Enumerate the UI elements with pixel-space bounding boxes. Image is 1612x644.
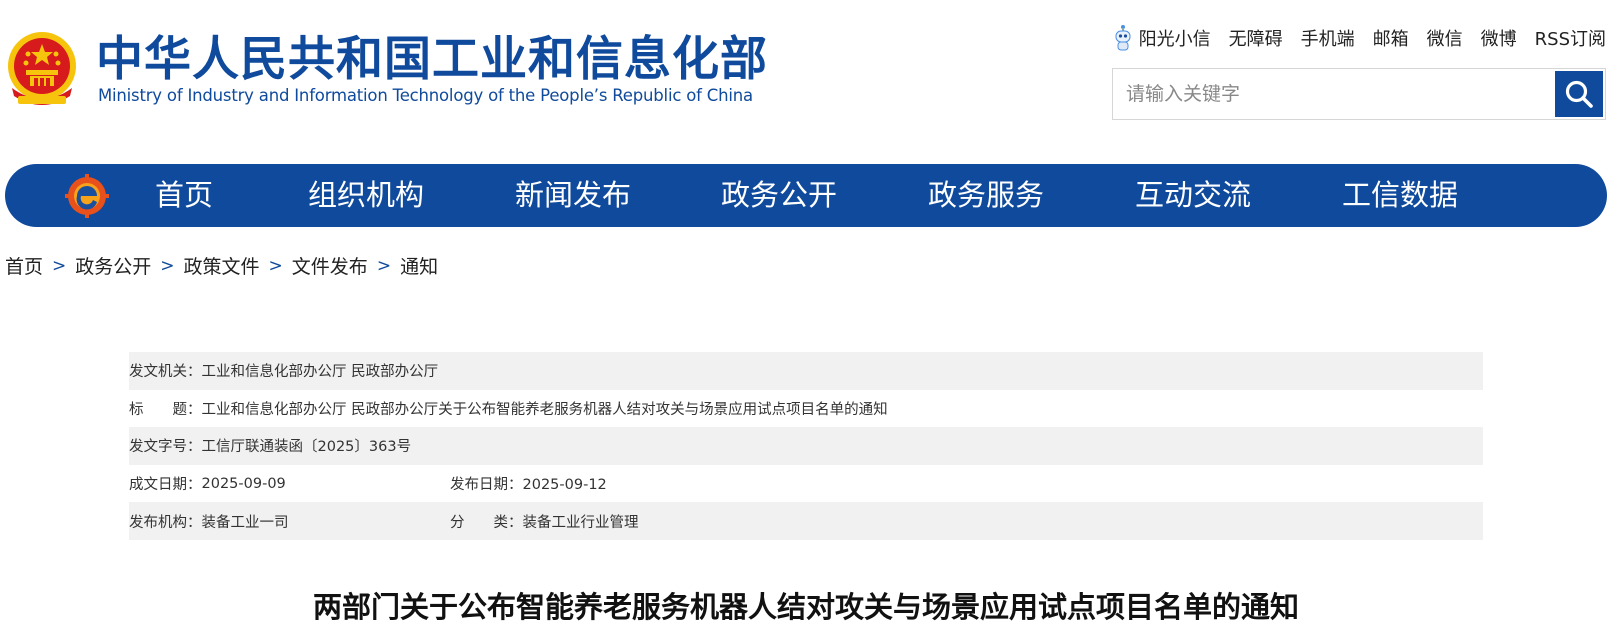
publisher-value: 装备工业一司 — [201, 514, 289, 531]
top-link-accessibility[interactable]: 无障碍 — [1229, 25, 1283, 51]
nav-item-government-services[interactable]: 政务服务 — [928, 164, 1044, 227]
top-links: 阳光小信 无障碍 手机端 邮箱 微信 微博 RSS订阅 — [1113, 24, 1606, 52]
top-link-rss[interactable]: RSS订阅 — [1535, 25, 1606, 51]
breadcrumb-item-file-release[interactable]: 文件发布 — [292, 252, 368, 279]
info-row-doc-number: 发文字号： 工信厅联通装函〔2025〕363号 — [129, 427, 1483, 465]
doc-number-value: 工信厅联通装函〔2025〕363号 — [201, 439, 412, 456]
breadcrumb-item-government-affairs[interactable]: 政务公开 — [75, 252, 151, 279]
title-value: 工业和信息化部办公厅 民政部办公厅关于公布智能养老服务机器人结对攻关与场景应用试… — [201, 401, 888, 418]
publish-date-group: 发布日期：2025-09-12 — [450, 473, 607, 494]
nav-item-data[interactable]: 工信数据 — [1342, 164, 1458, 227]
main-nav: 首页 组织机构 新闻发布 政务公开 政务服务 互动交流 工信数据 — [5, 164, 1607, 227]
article-title: 两部门关于公布智能养老服务机器人结对攻关与场景应用试点项目名单的通知 — [312, 590, 1299, 624]
nav-item-government-affairs[interactable]: 政务公开 — [721, 164, 837, 227]
national-emblem-icon — [8, 32, 76, 105]
top-link-email[interactable]: 邮箱 — [1373, 25, 1409, 51]
publish-date-value: 2025-09-12 — [522, 477, 607, 494]
top-link-sunshine[interactable]: 阳光小信 — [1113, 24, 1211, 52]
doc-number-label: 发文字号： — [129, 439, 202, 456]
category-label: 分 类： — [450, 514, 523, 531]
top-link-mobile[interactable]: 手机端 — [1301, 25, 1355, 51]
search-icon — [1565, 80, 1593, 108]
site-title: 中华人民共和国工业和信息化部 — [96, 32, 768, 87]
breadcrumb-item-notice[interactable]: 通知 — [400, 252, 438, 279]
nav-item-news[interactable]: 新闻发布 — [515, 164, 631, 227]
written-date-value: 2025-09-09 — [201, 475, 286, 492]
search-box — [1112, 68, 1606, 120]
top-link-weibo[interactable]: 微博 — [1481, 25, 1517, 51]
publish-date-label: 发布日期： — [450, 477, 523, 494]
nav-item-organization[interactable]: 组织机构 — [308, 164, 424, 227]
breadcrumb-item-policy-documents[interactable]: 政策文件 — [184, 252, 260, 279]
title-label: 标 题： — [129, 401, 202, 418]
category-value: 装备工业行业管理 — [522, 514, 639, 531]
issuer-value: 工业和信息化部办公厅 民政部办公厅 — [201, 364, 439, 381]
top-link-sunshine-label: 阳光小信 — [1138, 29, 1211, 50]
info-row-publisher: 发布机构： 装备工业一司 分 类：装备工业行业管理 — [129, 502, 1483, 540]
breadcrumb: 首页 > 政务公开 > 政策文件 > 文件发布 > 通知 — [5, 252, 438, 279]
site-subtitle: Ministry of Industry and Information Tec… — [98, 86, 753, 105]
robot-icon — [1115, 25, 1131, 51]
breadcrumb-separator: > — [52, 255, 67, 276]
issuer-label: 发文机关： — [129, 364, 202, 381]
breadcrumb-separator: > — [268, 255, 283, 276]
breadcrumb-separator: > — [160, 255, 175, 276]
publisher-label: 发布机构： — [129, 514, 202, 531]
written-date-label: 成文日期： — [129, 477, 202, 494]
info-row-dates: 成文日期： 2025-09-09 发布日期：2025-09-12 — [129, 465, 1483, 503]
site-header: 中华人民共和国工业和信息化部 Ministry of Industry and … — [0, 0, 1612, 150]
category-group: 分 类：装备工业行业管理 — [450, 511, 639, 532]
miit-logo-icon — [65, 174, 109, 218]
info-row-issuer: 发文机关： 工业和信息化部办公厅 民政部办公厅 — [129, 352, 1483, 390]
document-info-table: 发文机关： 工业和信息化部办公厅 民政部办公厅 标 题： 工业和信息化部办公厅 … — [129, 352, 1483, 540]
top-link-wechat[interactable]: 微信 — [1427, 25, 1463, 51]
nav-item-interaction[interactable]: 互动交流 — [1135, 164, 1251, 227]
search-button[interactable] — [1555, 71, 1603, 117]
search-input[interactable] — [1114, 70, 1554, 118]
breadcrumb-item-home[interactable]: 首页 — [5, 252, 43, 279]
breadcrumb-separator: > — [376, 255, 392, 276]
nav-item-home[interactable]: 首页 — [155, 164, 213, 227]
info-row-title: 标 题： 工业和信息化部办公厅 民政部办公厅关于公布智能养老服务机器人结对攻关与… — [129, 390, 1483, 428]
